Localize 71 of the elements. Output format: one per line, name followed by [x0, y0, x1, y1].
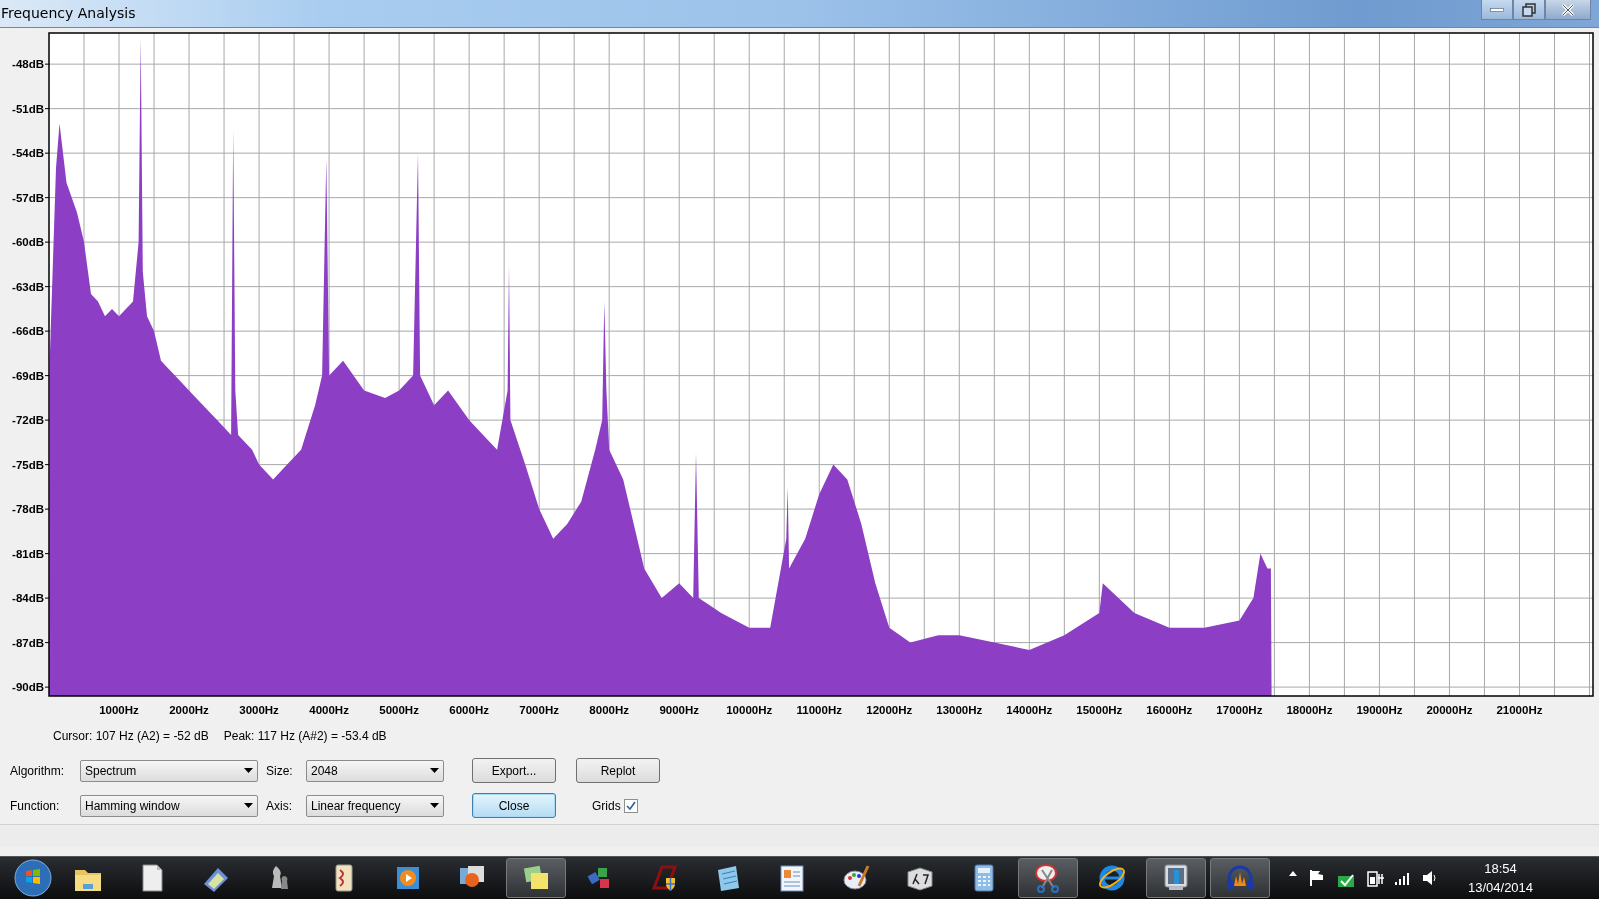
taskbar-button[interactable] [1146, 858, 1206, 898]
y-axis-label: -72dB [12, 414, 44, 427]
restore-icon [1521, 2, 1537, 17]
y-axis-label: -63dB [12, 280, 44, 293]
speaker-icon[interactable] [1420, 868, 1438, 888]
x-axis-label: 3000Hz [239, 704, 279, 716]
y-axis-label: -54dB [12, 147, 44, 160]
x-axis-label: 20000Hz [1426, 704, 1473, 716]
y-axis-label: -69dB [12, 369, 44, 382]
x-axis-label: 14000Hz [1006, 704, 1053, 716]
dropdown[interactable]: Spectrum [80, 759, 258, 782]
x-axis-label: 12000Hz [866, 704, 913, 716]
minimize-icon [1490, 7, 1504, 12]
x-axis-label: 9000Hz [659, 704, 699, 716]
x-axis-label: 2000Hz [169, 704, 209, 716]
x-axis-label: 17000Hz [1216, 704, 1263, 716]
button[interactable]: Close [472, 793, 556, 818]
y-axis-label: -57dB [12, 191, 44, 204]
battery-plug-icon[interactable] [1366, 868, 1384, 888]
clock-date[interactable]: 13/04/2014 [1468, 878, 1534, 897]
x-axis-label: 1000Hz [99, 704, 139, 716]
field-label: Axis: [266, 798, 293, 813]
cursor-readout: Cursor: 107 Hz (A2) = -52 dB [53, 729, 209, 743]
checkbox[interactable] [623, 798, 638, 813]
field-label: Function: [10, 798, 61, 813]
field-label: Algorithm: [10, 763, 66, 778]
dropdown[interactable]: Hamming window [80, 794, 258, 817]
close-button[interactable] [1545, 0, 1591, 20]
x-axis-label: 8000Hz [589, 704, 629, 716]
clock-time[interactable]: 18:54 [1468, 859, 1534, 878]
x-axis-label: 13000Hz [936, 704, 983, 716]
caret-icon [244, 768, 253, 773]
taskbar-button[interactable] [1018, 858, 1078, 898]
y-axis-label: -81dB [12, 547, 44, 560]
x-axis-label: 7000Hz [519, 704, 559, 716]
y-axis-label: -75dB [12, 458, 44, 471]
caret-icon [430, 803, 439, 808]
caret-icon [430, 768, 439, 773]
flag-icon[interactable] [1308, 868, 1326, 888]
x-axis-label: 21000Hz [1496, 704, 1543, 716]
minimize-button[interactable] [1481, 0, 1513, 20]
checkbox-label: Grids [592, 798, 621, 813]
dropdown[interactable]: Linear frequency [306, 794, 444, 817]
y-axis-label: -66dB [12, 325, 44, 338]
button[interactable]: Replot [576, 758, 660, 783]
x-axis-label: 4000Hz [309, 704, 349, 716]
y-axis-label: -48dB [12, 58, 44, 71]
y-axis-label: -78dB [12, 503, 44, 516]
x-axis-label: 18000Hz [1286, 704, 1333, 716]
window-title: Frequency Analysis [0, 4, 137, 21]
caret-icon [244, 803, 253, 808]
y-axis-label: -84dB [12, 592, 44, 605]
dropdown[interactable]: 2048 [306, 759, 444, 782]
x-axis-label: 16000Hz [1146, 704, 1193, 716]
x-axis-label: 15000Hz [1076, 704, 1123, 716]
x-axis-label: 10000Hz [726, 704, 773, 716]
x-axis-label: 11000Hz [796, 704, 842, 716]
y-axis-label: -51dB [12, 102, 44, 115]
peak-readout: Peak: 117 Hz (A#2) = -53.4 dB [223, 729, 387, 743]
field-label: Size: [266, 763, 294, 778]
x-axis-label: 6000Hz [449, 704, 489, 716]
restore-button[interactable] [1513, 0, 1545, 20]
y-axis-label: -87dB [12, 636, 44, 649]
close-icon [1560, 2, 1576, 17]
taskbar-button[interactable] [506, 858, 566, 898]
y-axis-label: -90dB [12, 681, 44, 694]
x-axis-label: 19000Hz [1356, 704, 1403, 716]
start-orb-icon [14, 859, 52, 897]
button[interactable]: Export... [472, 758, 556, 783]
y-axis-label: -60dB [12, 236, 44, 249]
x-axis-label: 5000Hz [379, 704, 419, 716]
